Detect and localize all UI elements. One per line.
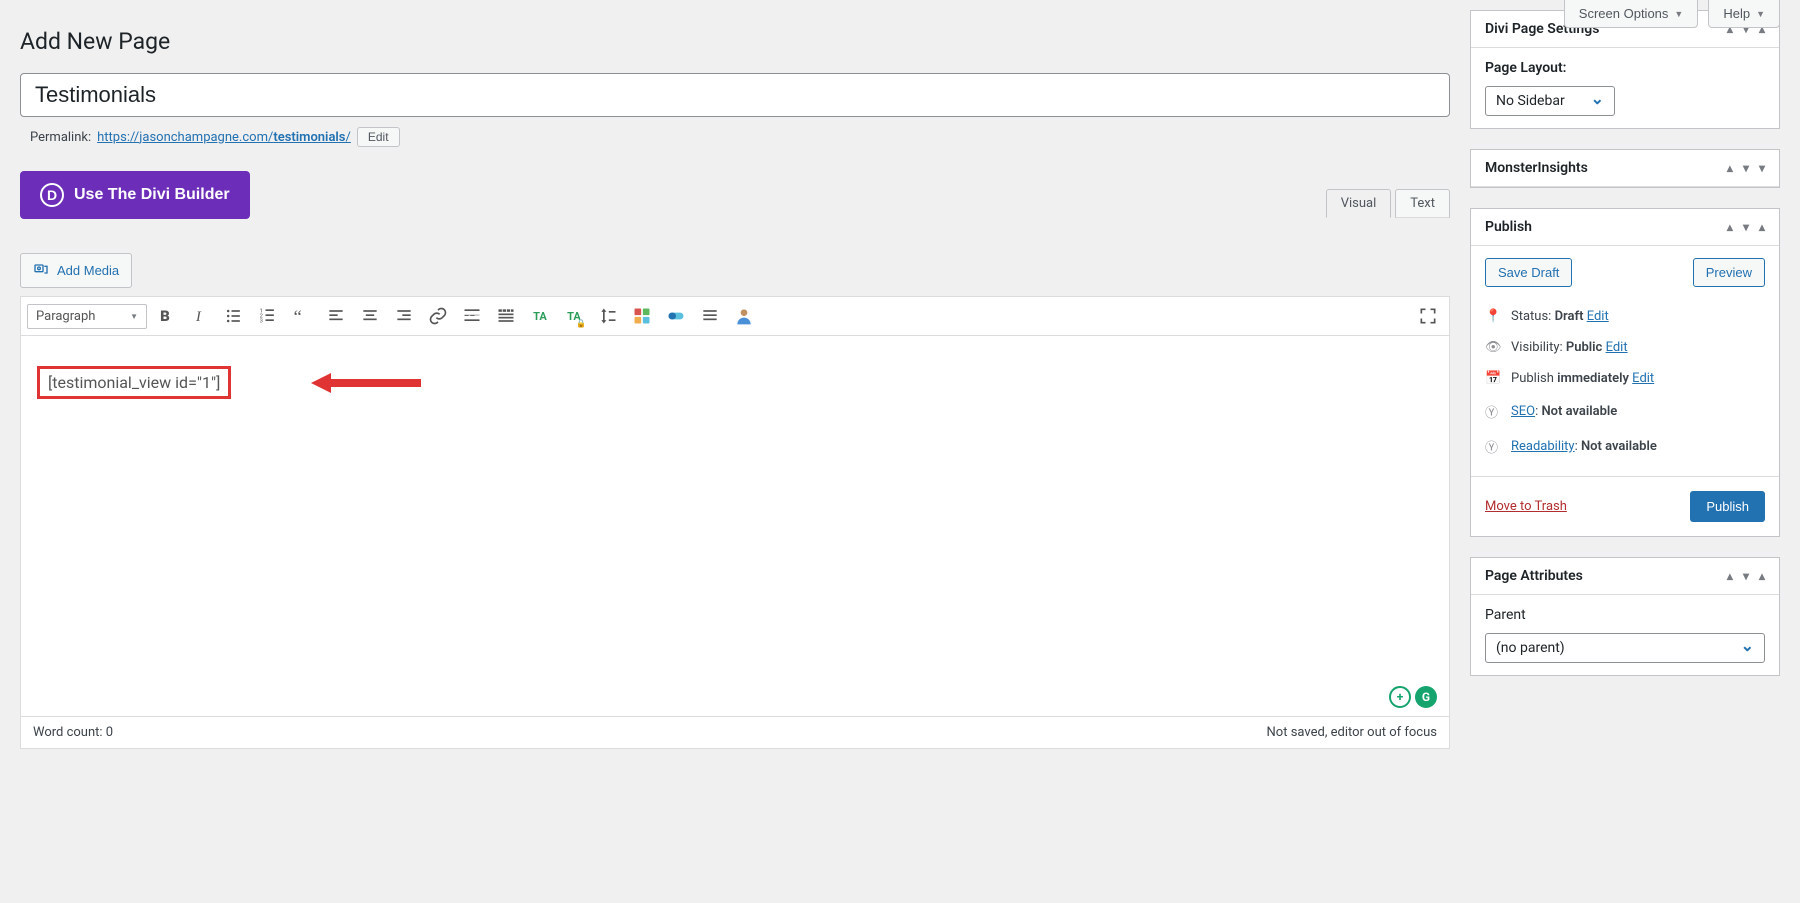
status-label: Status: xyxy=(1511,309,1551,324)
word-count: Word count: 0 xyxy=(33,725,113,740)
shortcode-highlight: [testimonial_view id="1"] xyxy=(37,366,231,399)
panel-up-icon[interactable]: ▴ xyxy=(1727,161,1733,175)
svg-text:B: B xyxy=(160,307,170,325)
svg-text:3: 3 xyxy=(260,319,263,325)
page-layout-select[interactable]: No Sidebar xyxy=(1485,86,1615,116)
monsterinsights-box: MonsterInsights ▴ ▾ ▾ xyxy=(1470,149,1780,188)
italic-icon[interactable]: I xyxy=(185,301,215,331)
readability-value: Not available xyxy=(1581,439,1657,454)
permalink-edit-button[interactable]: Edit xyxy=(357,127,400,147)
publish-title: Publish xyxy=(1485,219,1532,235)
divi-builder-button[interactable]: D Use The Divi Builder xyxy=(20,171,250,219)
parent-label: Parent xyxy=(1485,607,1765,623)
permalink-link[interactable]: https://jasonchampagne.com/testimonials/ xyxy=(97,130,351,145)
toolbar-toggle-icon[interactable] xyxy=(491,301,521,331)
tab-visual[interactable]: Visual xyxy=(1326,189,1392,218)
parent-value: (no parent) xyxy=(1496,640,1565,656)
yoast-readability-icon: Ⓨ xyxy=(1485,437,1501,456)
camera-music-icon xyxy=(33,261,49,280)
parent-select[interactable]: (no parent) xyxy=(1485,633,1765,663)
visibility-value: Public xyxy=(1566,340,1602,355)
permalink-slug: testimonials xyxy=(273,130,345,145)
bold-icon[interactable]: B xyxy=(151,301,181,331)
grammarly-icon[interactable]: G xyxy=(1415,686,1437,708)
panel-up-icon[interactable]: ▴ xyxy=(1727,220,1733,234)
annotation-arrow-icon xyxy=(311,370,421,396)
format-dropdown[interactable]: Paragraph xyxy=(27,304,147,329)
page-attributes-title: Page Attributes xyxy=(1485,568,1583,584)
pill-icon[interactable] xyxy=(661,301,691,331)
reorder-icon[interactable] xyxy=(593,301,623,331)
publish-schedule-label: Publish xyxy=(1511,371,1554,386)
bullet-list-icon[interactable] xyxy=(219,301,249,331)
page-heading: Add New Page xyxy=(20,28,1450,55)
panel-down-icon[interactable]: ▾ xyxy=(1743,569,1749,583)
publish-schedule-value: immediately xyxy=(1557,371,1629,386)
person-icon[interactable] xyxy=(729,301,759,331)
thrive-ta-icon[interactable]: TA xyxy=(525,301,555,331)
format-dropdown-label: Paragraph xyxy=(36,309,95,324)
yoast-seo-icon: Ⓨ xyxy=(1485,402,1501,421)
align-right-icon[interactable] xyxy=(389,301,419,331)
permalink-row: Permalink: https://jasonchampagne.com/te… xyxy=(30,127,1450,147)
svg-text:“: “ xyxy=(294,307,302,326)
visibility-label: Visibility: xyxy=(1511,340,1563,355)
read-more-icon[interactable] xyxy=(457,301,487,331)
publish-box: Publish ▴ ▾ ▴ Save Draft Preview 📍 Statu… xyxy=(1470,208,1780,537)
grid-blocks-icon[interactable] xyxy=(627,301,657,331)
editor-body[interactable]: [testimonial_view id="1"] + G xyxy=(21,336,1449,716)
justify-icon[interactable] xyxy=(695,301,725,331)
monsterinsights-title: MonsterInsights xyxy=(1485,160,1588,176)
blockquote-icon[interactable]: “ xyxy=(287,301,317,331)
fullscreen-icon[interactable] xyxy=(1413,301,1443,331)
panel-toggle-icon[interactable]: ▴ xyxy=(1759,220,1765,234)
readability-link[interactable]: Readability xyxy=(1511,439,1575,454)
panel-down-icon[interactable]: ▾ xyxy=(1743,161,1749,175)
divi-icon: D xyxy=(40,183,64,207)
panel-toggle-icon[interactable]: ▴ xyxy=(1759,569,1765,583)
edit-visibility-link[interactable]: Edit xyxy=(1606,340,1628,355)
preview-button[interactable]: Preview xyxy=(1693,258,1765,287)
numbered-list-icon[interactable]: 123 xyxy=(253,301,283,331)
screen-options-button[interactable]: Screen Options xyxy=(1564,0,1699,28)
yoast-add-icon[interactable]: + xyxy=(1389,686,1411,708)
help-button[interactable]: Help xyxy=(1708,0,1780,28)
pin-icon: 📍 xyxy=(1485,309,1501,324)
panel-up-icon[interactable]: ▴ xyxy=(1727,569,1733,583)
panel-toggle-icon[interactable]: ▾ xyxy=(1759,161,1765,175)
divi-button-label: Use The Divi Builder xyxy=(74,186,230,204)
editor-container: Paragraph B I 123 “ TA TA🔒 xyxy=(20,296,1450,717)
status-value: Draft xyxy=(1555,309,1584,324)
page-attributes-box: Page Attributes ▴ ▾ ▴ Parent (no parent) xyxy=(1470,557,1780,676)
permalink-label: Permalink: xyxy=(30,130,91,145)
add-media-label: Add Media xyxy=(57,263,119,278)
add-media-button[interactable]: Add Media xyxy=(20,253,132,288)
seo-link[interactable]: SEO xyxy=(1511,404,1535,419)
edit-status-link[interactable]: Edit xyxy=(1587,309,1609,324)
page-layout-value: No Sidebar xyxy=(1496,93,1565,109)
calendar-icon: 📅 xyxy=(1485,371,1501,386)
save-draft-button[interactable]: Save Draft xyxy=(1485,258,1572,287)
permalink-url-prefix: https://jasonchampagne.com/ xyxy=(97,130,273,145)
save-status: Not saved, editor out of focus xyxy=(1267,725,1437,740)
align-left-icon[interactable] xyxy=(321,301,351,331)
publish-button[interactable]: Publish xyxy=(1690,491,1765,522)
editor-toolbar: Paragraph B I 123 “ TA TA🔒 xyxy=(21,297,1449,336)
eye-icon: 👁 xyxy=(1485,340,1501,355)
move-to-trash-link[interactable]: Move to Trash xyxy=(1485,499,1567,514)
page-layout-label: Page Layout: xyxy=(1485,60,1765,76)
panel-down-icon[interactable]: ▾ xyxy=(1743,220,1749,234)
tab-text[interactable]: Text xyxy=(1395,189,1450,218)
link-icon[interactable] xyxy=(423,301,453,331)
svg-text:I: I xyxy=(195,309,202,325)
seo-value: Not available xyxy=(1541,404,1617,419)
editor-status-bar: Word count: 0 Not saved, editor out of f… xyxy=(20,717,1450,749)
align-center-icon[interactable] xyxy=(355,301,385,331)
thrive-ta-lock-icon[interactable]: TA🔒 xyxy=(559,301,589,331)
edit-schedule-link[interactable]: Edit xyxy=(1632,371,1654,386)
page-title-input[interactable] xyxy=(20,73,1450,117)
